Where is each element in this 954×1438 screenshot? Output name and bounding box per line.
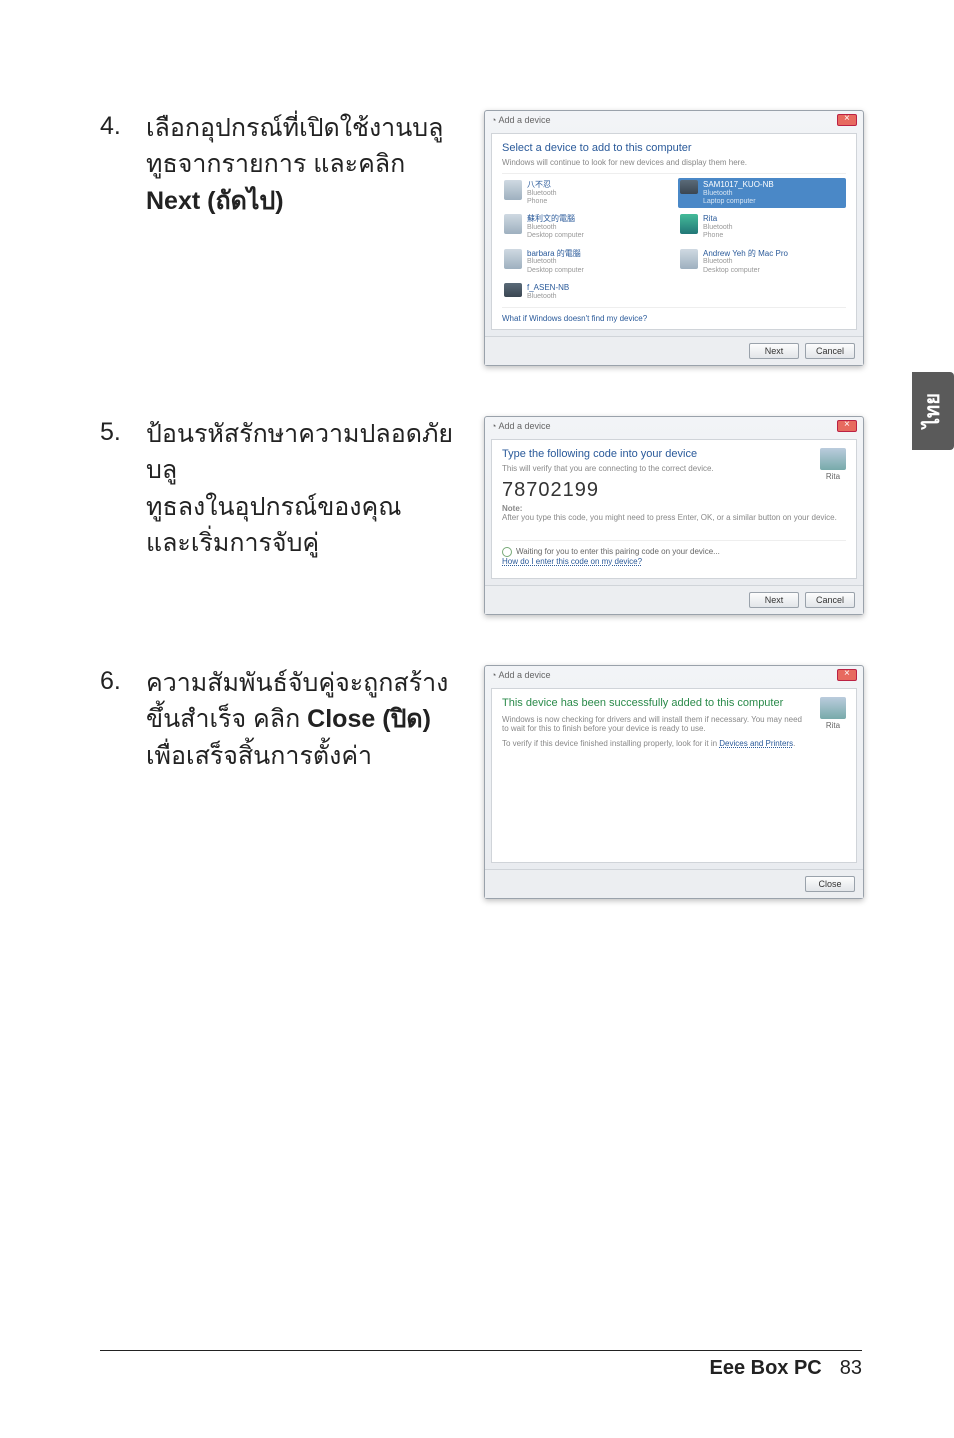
device-label: Rita bbox=[826, 721, 840, 730]
step-number: 6. bbox=[100, 665, 128, 698]
bold-label: Close (ปิด) bbox=[307, 705, 431, 733]
device-item[interactable]: 蘇利文的電腦BluetoothDesktop computer bbox=[502, 212, 670, 242]
dialog-subtext: Windows will continue to look for new de… bbox=[502, 158, 846, 167]
device-icon bbox=[820, 697, 846, 719]
close-icon[interactable] bbox=[837, 114, 857, 126]
cancel-button[interactable]: Cancel bbox=[805, 343, 855, 359]
waiting-status: Waiting for you to enter this pairing co… bbox=[502, 540, 846, 557]
device-icon bbox=[820, 448, 846, 470]
next-button[interactable]: Next bbox=[749, 592, 799, 608]
help-link[interactable]: How do I enter this code on my device? bbox=[502, 557, 846, 566]
dialog-heading: This device has been successfully added … bbox=[502, 697, 846, 709]
dialog-heading: Select a device to add to this computer bbox=[502, 142, 846, 154]
cancel-button[interactable]: Cancel bbox=[805, 592, 855, 608]
product-name: Eee Box PC bbox=[709, 1357, 821, 1380]
desktop-icon bbox=[504, 249, 522, 269]
help-link[interactable]: What if Windows doesn't find my device? bbox=[502, 314, 846, 323]
page-number: 83 bbox=[840, 1357, 862, 1380]
laptop-icon bbox=[504, 283, 522, 297]
device-item[interactable]: RitaBluetoothPhone bbox=[678, 212, 846, 242]
laptop-icon bbox=[680, 180, 698, 194]
device-item[interactable]: f_ASEN-NBBluetooth bbox=[502, 281, 670, 303]
close-icon[interactable] bbox=[837, 420, 857, 432]
add-device-dialog-select: ◔ Add a device Select a device to add to… bbox=[484, 110, 864, 366]
device-item[interactable]: 八不忍BluetoothPhone bbox=[502, 178, 670, 208]
dialog-body: Windows is now checking for drivers and … bbox=[502, 715, 846, 733]
phone-icon bbox=[504, 180, 522, 200]
line: ทูธลงในอุปกรณ์ของคุณ bbox=[146, 493, 401, 521]
step-text: ป้อนรหัสรักษาความปลอดภัยบลู ทูธลงในอุปกร… bbox=[146, 416, 466, 561]
device-label: Rita bbox=[826, 472, 840, 481]
line: และเริ่มการจับคู่ bbox=[146, 529, 319, 557]
dialog-subtext: This will verify that you are connecting… bbox=[502, 464, 846, 473]
dialog-title: ◔ Add a device bbox=[491, 670, 551, 680]
step-6: 6. ความสัมพันธ์จับคู่จะถูกสร้าง ขึ้นสำเร… bbox=[100, 665, 864, 899]
bold-label: Next (ถัดไป) bbox=[146, 187, 284, 215]
line: ความสัมพันธ์จับคู่จะถูกสร้าง bbox=[146, 669, 448, 697]
step-4: 4. เลือกอุปกรณ์ที่เปิดใช้งานบลู ทูธจากรา… bbox=[100, 110, 864, 366]
language-tab: ไทย bbox=[912, 372, 954, 450]
desktop-icon bbox=[680, 249, 698, 269]
step-number: 4. bbox=[100, 110, 128, 143]
devices-printers-link[interactable]: Devices and Printers bbox=[719, 739, 793, 748]
line: เลือกอุปกรณ์ที่เปิดใช้งานบลู bbox=[146, 114, 444, 142]
step-5: 5. ป้อนรหัสรักษาความปลอดภัยบลู ทูธลงในอุ… bbox=[100, 416, 864, 615]
pairing-code: 78702199 bbox=[502, 479, 846, 502]
dialog-body: To verify if this device finished instal… bbox=[502, 739, 846, 748]
device-list: 八不忍BluetoothPhone SAM1017_KUO-NBBluetoot… bbox=[502, 173, 846, 308]
step-number: 5. bbox=[100, 416, 128, 449]
target-device: Rita bbox=[820, 448, 846, 481]
dialog-title: ◔ Add a device bbox=[491, 115, 551, 125]
dialog-title: ◔ Add a device bbox=[491, 421, 551, 431]
device-item[interactable]: barbara 的電腦BluetoothDesktop computer bbox=[502, 247, 670, 277]
desktop-icon bbox=[504, 214, 522, 234]
device-item-selected[interactable]: SAM1017_KUO-NBBluetoothLaptop computer bbox=[678, 178, 846, 208]
step-text: ความสัมพันธ์จับคู่จะถูกสร้าง ขึ้นสำเร็จ … bbox=[146, 665, 466, 774]
page-footer: Eee Box PC 83 bbox=[100, 1350, 862, 1380]
line: ขึ้นสำเร็จ คลิก bbox=[146, 705, 307, 733]
target-device: Rita bbox=[820, 697, 846, 730]
note: Note:After you type this code, you might… bbox=[502, 504, 846, 522]
dialog-heading: Type the following code into your device bbox=[502, 448, 846, 460]
add-device-dialog-success: ◔ Add a device Rita This device has been… bbox=[484, 665, 864, 899]
page-content: 4. เลือกอุปกรณ์ที่เปิดใช้งานบลู ทูธจากรา… bbox=[0, 0, 954, 899]
line: ป้อนรหัสรักษาความปลอดภัยบลู bbox=[146, 420, 453, 484]
phone-icon bbox=[680, 214, 698, 234]
device-item[interactable]: Andrew Yeh 的 Mac ProBluetoothDesktop com… bbox=[678, 247, 846, 277]
line: ทูธจากรายการ และคลิก bbox=[146, 150, 405, 178]
line: เพื่อเสร็จสิ้นการตั้งค่า bbox=[146, 742, 372, 770]
next-button[interactable]: Next bbox=[749, 343, 799, 359]
step-text: เลือกอุปกรณ์ที่เปิดใช้งานบลู ทูธจากรายกา… bbox=[146, 110, 466, 219]
close-button[interactable]: Close bbox=[805, 876, 855, 892]
add-device-dialog-code: ◔ Add a device Rita Type the following c… bbox=[484, 416, 864, 615]
close-icon[interactable] bbox=[837, 669, 857, 681]
